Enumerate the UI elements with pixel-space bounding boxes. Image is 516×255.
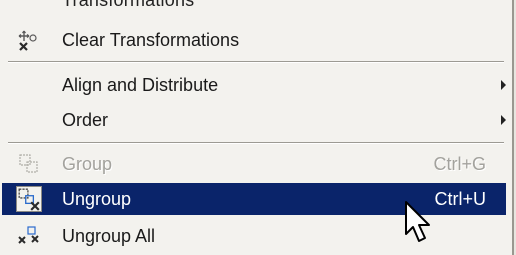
ungroup-icon-frame — [16, 186, 42, 212]
context-menu: Transformations Clear Transformations Al… — [0, 0, 514, 255]
menu-item-label: Ungroup — [62, 189, 132, 209]
menu-item-order[interactable]: Order — [2, 104, 506, 136]
ungroup-all-icon — [18, 226, 39, 244]
clear-transform-icon — [18, 30, 37, 51]
menu-item-label: Group — [62, 154, 113, 174]
mouse-cursor-icon — [405, 201, 430, 242]
menu-item-shortcut: Ctrl+U — [434, 189, 486, 209]
partial-menu-item-label: Transformations — [62, 0, 195, 10]
group-icon — [19, 154, 38, 173]
menu-separator — [8, 142, 504, 144]
menu-separator — [8, 61, 504, 63]
menu-item-label: Clear Transformations — [62, 30, 240, 50]
menu-item-group: Group Ctrl+G — [2, 148, 506, 180]
menu-item-label: Ungroup All — [62, 226, 156, 246]
menu-item-align-and-distribute[interactable]: Align and Distribute — [2, 69, 506, 101]
partial-menu-item[interactable]: Transformations — [0, 0, 500, 10]
menu-item-label: Align and Distribute — [62, 75, 219, 95]
submenu-arrow-icon — [501, 80, 506, 90]
menu-item-shortcut: Ctrl+G — [433, 154, 486, 174]
ungroup-icon — [18, 188, 40, 211]
menu-item-clear-transformations[interactable]: Clear Transformations — [2, 24, 506, 56]
menu-item-label: Order — [62, 110, 109, 130]
submenu-arrow-icon — [501, 115, 506, 125]
